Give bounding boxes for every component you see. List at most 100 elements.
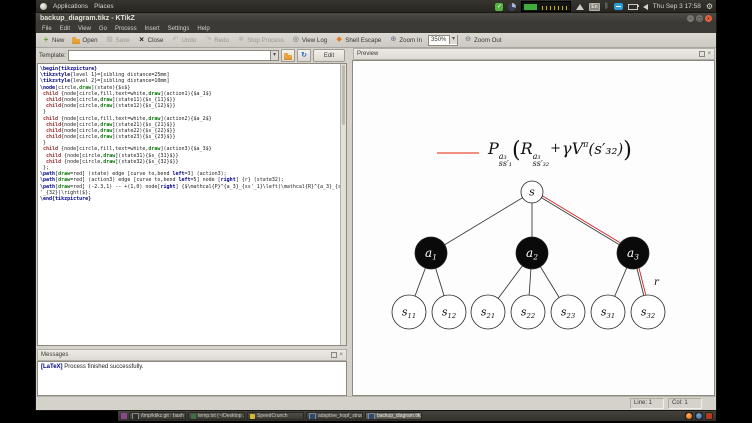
formula-p: P: [488, 139, 499, 159]
close-icon: [138, 36, 146, 44]
latex-message: Process finished successfully.: [62, 364, 144, 370]
network-icon[interactable]: [576, 3, 585, 10]
minimize-button[interactable]: –: [687, 15, 694, 22]
maximize-button[interactable]: ▢: [696, 15, 703, 22]
statusbar: Line: 1 Col: 1: [36, 396, 716, 410]
editor-column: Template: Edit \begin{tikzpicture}\tikzs…: [36, 48, 348, 397]
menubar: File Edit View Go Process Insert Settings Help: [36, 24, 716, 33]
ktikz-window: backup_diagram.tikz - KTikZ – ▢ × File Ed…: [36, 13, 716, 410]
menu-item-settings[interactable]: Settings: [168, 26, 190, 32]
places-menu[interactable]: Places: [94, 3, 114, 10]
edge-s-a3: [531, 191, 634, 254]
zoom-level-combo[interactable]: 350%: [428, 34, 459, 46]
preview-title: Preview: [357, 51, 379, 57]
applications-menu[interactable]: Applications: [53, 3, 88, 10]
taskbar: /tmp/ktikz.git : bash ... temp.txt (~/Des…: [118, 411, 716, 421]
taskbar-item-4[interactable]: adaptive_hopf_struc...: [306, 412, 363, 420]
clock-pie-icon[interactable]: [508, 2, 517, 11]
preview-column: Preview × s a1 a2 a3 s11 s12 s21 s22 s23 s31 s32 r …: [352, 48, 716, 397]
taskbar-item-1[interactable]: /tmp/ktikz.git : bash ...: [129, 412, 186, 420]
toolbar-new-button[interactable]: New: [40, 35, 66, 45]
workspace-icon[interactable]: [705, 412, 713, 420]
viewlog-icon: [292, 36, 300, 44]
titlebar[interactable]: backup_diagram.tikz - KTikZ – ▢ ×: [36, 13, 716, 24]
preview-dock-header: Preview ×: [353, 48, 715, 60]
menu-item-view[interactable]: View: [78, 26, 91, 32]
taskbar-tray: [685, 412, 713, 420]
terminal-icon: [132, 413, 139, 419]
keyboard-layout-indicator[interactable]: En: [589, 2, 600, 11]
updates-tray-icon[interactable]: ✓: [495, 2, 504, 11]
show-desktop-icon[interactable]: [121, 413, 127, 419]
taskbar-item-2[interactable]: temp.txt (~/Desktop ...: [188, 412, 245, 420]
menu-item-insert[interactable]: Insert: [145, 26, 160, 32]
messages-title: Messages: [41, 352, 69, 358]
edge-s-a1: [430, 191, 533, 254]
session-gear-icon[interactable]: ⚙: [706, 2, 713, 12]
volume-icon[interactable]: [642, 3, 648, 10]
system-monitor-applet[interactable]: [521, 1, 572, 12]
new-icon: [42, 36, 50, 44]
speedcrunch-icon: [250, 413, 255, 419]
code-editor[interactable]: \begin{tikzpicture} \tikzstyle{level 1}=[…: [37, 63, 347, 346]
toolbar-save-button: Save: [104, 35, 132, 45]
clock-label[interactable]: Thu Sep 3 17:58: [653, 3, 701, 10]
ktikz-icon: [368, 413, 375, 419]
menu-item-file[interactable]: File: [42, 26, 52, 32]
shell-icon: [335, 36, 343, 44]
battery-icon[interactable]: [627, 3, 639, 10]
node-label-s: s: [529, 186, 535, 199]
ktikz-icon: [309, 413, 316, 419]
taskbar-item-3[interactable]: SpeedCrunch: [247, 412, 304, 420]
toolbar-viewlog-button[interactable]: View Log: [290, 35, 329, 45]
formula-arg: (s′₃₂): [588, 140, 624, 159]
desktop-screen: Applications Places ✓ En ᛒ Thu Sep 3 17:…: [36, 0, 716, 421]
menu-item-process[interactable]: Process: [115, 26, 137, 32]
messaging-icon[interactable]: [613, 3, 623, 10]
taskbar-item-5[interactable]: backup_diagram.tikz ...: [365, 412, 422, 420]
float-dock-icon[interactable]: [699, 51, 706, 57]
close-dock-icon[interactable]: ×: [707, 51, 711, 57]
toolbar-shell-button[interactable]: Shell Escape: [333, 35, 383, 45]
globe-icon[interactable]: [695, 412, 703, 420]
window-title: backup_diagram.tikz - KTikZ: [40, 15, 135, 22]
template-combo[interactable]: [67, 50, 279, 61]
status-col: Col: 1: [668, 398, 702, 409]
taskbar-items: /tmp/ktikz.git : bash ... temp.txt (~/Des…: [129, 412, 422, 420]
save-icon: [106, 36, 114, 44]
template-edit-button[interactable]: Edit: [313, 49, 345, 62]
folder-icon: [284, 52, 292, 60]
text-editor-icon: [191, 413, 196, 419]
template-label: Template:: [39, 52, 66, 59]
status-line: Line: 1: [630, 398, 664, 409]
formula-gamma-v: γV: [562, 139, 584, 159]
toolbar-zoomout-button[interactable]: Zoom Out: [462, 35, 504, 45]
close-dock-icon[interactable]: ×: [339, 352, 343, 358]
menu-item-go[interactable]: Go: [99, 26, 107, 32]
messages-dock-header: Messages ×: [37, 349, 347, 361]
zoomout-icon: [464, 36, 472, 44]
toolbar-open-button[interactable]: Open: [70, 35, 99, 45]
latex-prefix: [LaTeX]: [41, 364, 63, 370]
toolbar-close-button[interactable]: Close: [136, 35, 166, 45]
toolbar-undo-button: Undo: [169, 35, 198, 45]
code-line: \end{tikzpicture}: [40, 195, 92, 202]
bluetooth-icon[interactable]: ᛒ: [605, 3, 609, 11]
formula-annotation: Pa₃ ss′₁ (R a₃ ss′₃₂ +γVπ(s′₃₂)): [437, 137, 632, 169]
toolbar-stop-button: Stop Process: [235, 35, 286, 45]
undo-icon: [171, 36, 179, 44]
template-open-button[interactable]: [281, 49, 295, 62]
distro-logo-icon[interactable]: [40, 3, 47, 10]
template-reload-button[interactable]: [297, 49, 311, 62]
redo-icon: [204, 36, 212, 44]
firefox-icon[interactable]: [685, 412, 693, 420]
preview-canvas[interactable]: s a1 a2 a3 s11 s12 s21 s22 s23 s31 s32 r Pa₃ ss′₁ (R a…: [352, 60, 715, 396]
menu-item-edit[interactable]: Edit: [60, 26, 70, 32]
menu-item-help[interactable]: Help: [197, 26, 209, 32]
formula-r: R: [520, 139, 533, 159]
editor-scrollbar[interactable]: [340, 64, 346, 345]
red-legend-line: [437, 152, 479, 154]
close-button[interactable]: ×: [705, 15, 712, 22]
toolbar-zoomin-button[interactable]: Zoom In: [387, 35, 424, 45]
float-dock-icon[interactable]: [331, 352, 338, 358]
